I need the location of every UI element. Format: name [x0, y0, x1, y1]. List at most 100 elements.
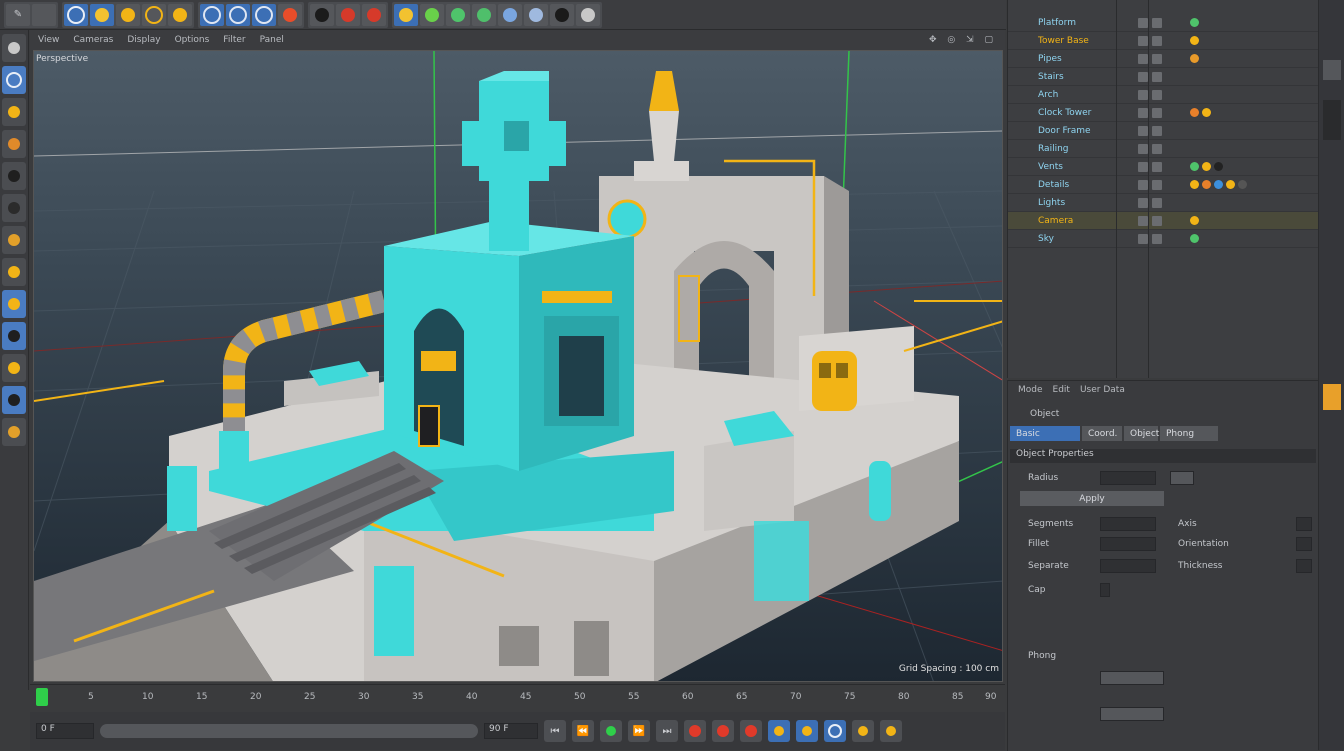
object-flags[interactable] [1138, 107, 1178, 118]
object-flags[interactable] [1138, 197, 1178, 208]
z-axis-icon[interactable] [252, 3, 276, 26]
apply-button[interactable]: Apply [1020, 491, 1164, 506]
position-key-icon[interactable] [768, 720, 790, 742]
object-flags[interactable] [1138, 179, 1178, 190]
current-frame-field[interactable]: 0 F [36, 723, 94, 739]
object-row[interactable]: Clock Tower [1008, 104, 1318, 122]
solo-icon[interactable] [2, 386, 26, 414]
uv-mode-icon[interactable] [2, 258, 26, 286]
3d-viewport[interactable] [33, 50, 1003, 682]
param-key-icon[interactable] [852, 720, 874, 742]
rotate-tool-icon[interactable] [116, 3, 140, 26]
structure-tab[interactable] [1323, 100, 1341, 140]
object-tags[interactable] [1178, 180, 1247, 189]
cube-icon[interactable] [394, 3, 418, 26]
object-flags[interactable] [1138, 233, 1178, 244]
polygons-mode-icon[interactable] [2, 226, 26, 254]
object-row[interactable]: Lights [1008, 194, 1318, 212]
camera-icon[interactable] [550, 3, 574, 26]
viewport-menu-filter[interactable]: Filter [223, 35, 245, 45]
tab-coord[interactable]: Coord. [1082, 426, 1122, 441]
render-settings-icon[interactable] [362, 3, 386, 26]
object-row[interactable]: Railing [1008, 140, 1318, 158]
floor-icon[interactable] [524, 3, 548, 26]
viewport-menu-options[interactable]: Options [175, 35, 210, 45]
deformer-icon[interactable] [498, 3, 522, 26]
object-flags[interactable] [1138, 161, 1178, 172]
object-tags[interactable] [1178, 18, 1199, 27]
workplane-icon[interactable] [2, 130, 26, 158]
frame-range-slider[interactable] [100, 724, 478, 738]
undo-icon[interactable]: ✎ [6, 3, 30, 26]
object-tags[interactable] [1178, 108, 1211, 117]
tab-object[interactable]: Object [1124, 426, 1159, 441]
next-key-icon[interactable]: ⏩ [628, 720, 650, 742]
tweak-mode-icon[interactable] [2, 322, 26, 350]
viewport-menu-view[interactable]: View [38, 35, 59, 45]
object-row[interactable]: Pipes [1008, 50, 1318, 68]
object-tags[interactable] [1178, 54, 1199, 63]
attributes-tab[interactable] [1323, 384, 1341, 410]
separate-field[interactable] [1100, 559, 1156, 573]
attr-menu-edit[interactable]: Edit [1053, 385, 1070, 395]
play-icon[interactable] [600, 720, 622, 742]
go-to-start-icon[interactable]: ⏮ [544, 720, 566, 742]
make-editable-icon[interactable] [2, 34, 26, 62]
render-view-icon[interactable] [310, 3, 334, 26]
object-flags[interactable] [1138, 71, 1178, 82]
scale-tool-icon[interactable] [90, 3, 114, 26]
keyframe-selection-icon[interactable] [740, 720, 762, 742]
pen-icon[interactable] [420, 3, 444, 26]
segments-field[interactable] [1100, 517, 1156, 531]
object-row[interactable]: Stairs [1008, 68, 1318, 86]
live-select-icon[interactable] [32, 3, 56, 26]
points-mode-icon[interactable] [2, 162, 26, 190]
cloner-icon[interactable] [472, 3, 496, 26]
radius-field[interactable] [1100, 471, 1156, 485]
fillet-field[interactable] [1100, 537, 1156, 551]
object-flags[interactable] [1138, 53, 1178, 64]
timeline-ruler[interactable]: 5 10 15 20 25 30 35 40 45 50 55 60 65 70… [30, 684, 1005, 711]
point-level-icon[interactable] [880, 720, 902, 742]
edges-mode-icon[interactable] [2, 194, 26, 222]
model-mode-icon[interactable] [2, 66, 26, 94]
prev-key-icon[interactable]: ⏪ [572, 720, 594, 742]
playhead[interactable] [36, 688, 48, 706]
object-tags[interactable] [1178, 36, 1199, 45]
object-row[interactable]: Sky [1008, 230, 1318, 248]
object-row[interactable]: Details [1008, 176, 1318, 194]
radius-unit[interactable] [1170, 471, 1194, 485]
texture-mode-icon[interactable] [2, 98, 26, 126]
object-tags[interactable] [1178, 216, 1199, 225]
attr-menu-mode[interactable]: Mode [1018, 385, 1043, 395]
mode-dropdown[interactable] [1100, 707, 1164, 721]
snap-icon[interactable] [2, 354, 26, 382]
tab-phong[interactable]: Phong [1160, 426, 1218, 441]
object-flags[interactable] [1138, 17, 1178, 28]
recent-tool-icon[interactable] [142, 3, 166, 26]
phong-dropdown[interactable] [1100, 671, 1164, 685]
render-pic-icon[interactable] [336, 3, 360, 26]
axis-field[interactable] [1296, 517, 1312, 531]
object-row[interactable]: Arch [1008, 86, 1318, 104]
tab-basic[interactable]: Basic [1010, 426, 1080, 441]
object-flags[interactable] [1138, 143, 1178, 154]
object-flags[interactable] [1138, 35, 1178, 46]
coord-system-icon[interactable] [168, 3, 192, 26]
orientation-field[interactable] [1296, 537, 1312, 551]
subdivision-icon[interactable] [446, 3, 470, 26]
sculpt-icon[interactable] [2, 418, 26, 446]
object-flags[interactable] [1138, 125, 1178, 136]
object-row[interactable]: Camera [1008, 212, 1318, 230]
scale-key-icon[interactable] [824, 720, 846, 742]
object-tags[interactable] [1178, 234, 1199, 243]
thickness-field[interactable] [1296, 559, 1312, 573]
end-frame-field[interactable]: 90 F [484, 723, 538, 739]
rotation-key-icon[interactable] [796, 720, 818, 742]
object-tags[interactable] [1178, 162, 1223, 171]
axis-mode-icon[interactable] [2, 290, 26, 318]
move-tool-icon[interactable] [64, 3, 88, 26]
cap-checkbox[interactable] [1100, 583, 1110, 597]
y-axis-icon[interactable] [226, 3, 250, 26]
auto-key-icon[interactable] [712, 720, 734, 742]
